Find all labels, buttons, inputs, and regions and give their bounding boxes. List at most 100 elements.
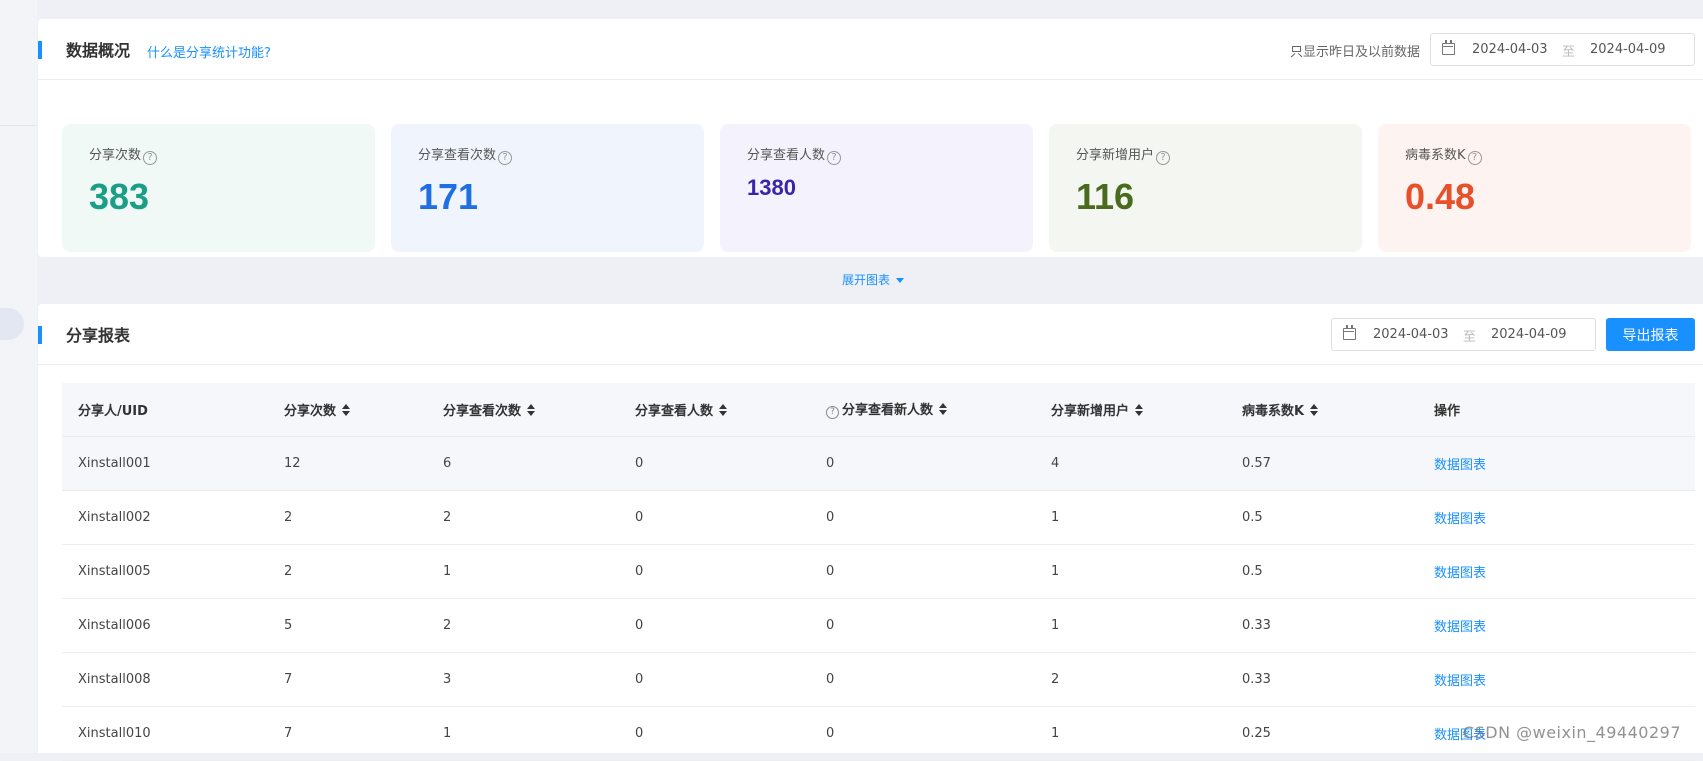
table-cell: 0.33 bbox=[1242, 671, 1271, 687]
stat-label: 分享查看次数 bbox=[418, 148, 497, 163]
help-icon[interactable]: ? bbox=[1467, 151, 1482, 165]
sort-icon[interactable] bbox=[719, 403, 728, 416]
help-icon[interactable]: ? bbox=[143, 151, 158, 165]
watermark: CSDN @weixin_49440297 bbox=[1462, 723, 1681, 742]
share-stats-help-link[interactable]: 什么是分享统计功能? bbox=[147, 42, 271, 61]
stat-value: 1380 bbox=[747, 175, 796, 200]
sort-icon[interactable] bbox=[342, 403, 351, 416]
left-sidebar bbox=[0, 0, 37, 753]
stat-card-viral-k: 病毒系数K? 0.48 bbox=[1378, 124, 1691, 252]
stat-value: 0.48 bbox=[1405, 176, 1476, 217]
table-cell: 7 bbox=[284, 671, 293, 687]
table-cell: Xinstall008 bbox=[78, 671, 151, 687]
sort-icon[interactable] bbox=[939, 403, 948, 416]
table-cell: Xinstall001 bbox=[78, 455, 151, 471]
help-icon[interactable]: ? bbox=[498, 151, 513, 165]
sort-icon[interactable] bbox=[1135, 403, 1144, 416]
date-start[interactable]: 2024-04-03 bbox=[1472, 42, 1548, 57]
column-header[interactable]: 分享查看次数 bbox=[427, 383, 619, 436]
table-cell: 0.5 bbox=[1242, 563, 1263, 579]
report-table: 分享人/UID 分享次数 分享查看次数 分享查看人数 ? 分享查看新人数 分享新增… bbox=[62, 383, 1695, 761]
title-accent-bar bbox=[38, 326, 42, 344]
column-header[interactable]: 病毒系数K bbox=[1226, 383, 1418, 436]
table-cell: 0 bbox=[635, 725, 644, 741]
table-cell: 0 bbox=[635, 671, 644, 687]
column-header[interactable]: 分享查看人数 bbox=[619, 383, 810, 436]
date-range-separator: 至 bbox=[1562, 45, 1576, 60]
overview-title: 数据概况 bbox=[66, 41, 131, 60]
title-accent-bar bbox=[38, 41, 42, 59]
report-date-range-picker[interactable]: 2024-04-03 至 2024-04-09 bbox=[1331, 318, 1596, 351]
calendar-icon bbox=[1442, 40, 1455, 55]
table-cell: 0 bbox=[826, 563, 835, 579]
table-cell: 0 bbox=[635, 617, 644, 633]
table-cell: 4 bbox=[1051, 455, 1060, 471]
stat-label: 分享查看人数 bbox=[747, 148, 826, 163]
sort-icon[interactable] bbox=[527, 403, 536, 416]
help-icon[interactable]: ? bbox=[1156, 151, 1171, 165]
date-end[interactable]: 2024-04-09 bbox=[1590, 42, 1666, 57]
table-cell: 2 bbox=[443, 617, 452, 633]
table-cell: 1 bbox=[1051, 509, 1060, 525]
stat-label: 分享新增用户 bbox=[1076, 148, 1155, 163]
table-cell: 0 bbox=[635, 455, 644, 471]
table-row: Xinstall002 2 2 0 0 1 0.5 数据图表 bbox=[62, 490, 1695, 544]
expand-chart-toggle[interactable]: 展开图表 bbox=[842, 271, 905, 288]
table-cell: 1 bbox=[1051, 617, 1060, 633]
column-header[interactable]: ? 分享查看新人数 bbox=[810, 383, 1035, 436]
data-chart-link[interactable]: 数据图表 bbox=[1418, 490, 1695, 544]
expand-chart-label[interactable]: 展开图表 bbox=[842, 273, 890, 287]
column-header[interactable]: 分享次数 bbox=[268, 383, 427, 436]
help-icon[interactable]: ? bbox=[826, 406, 839, 420]
table-cell: 1 bbox=[1051, 563, 1060, 579]
table-cell: 2 bbox=[1051, 671, 1060, 687]
table-row: Xinstall010 7 1 0 0 1 0.25 数据图表 bbox=[62, 706, 1695, 760]
table-cell: 12 bbox=[284, 455, 301, 471]
table-row: Xinstall006 5 2 0 0 1 0.33 数据图表 bbox=[62, 598, 1695, 652]
table-cell: 0.5 bbox=[1242, 509, 1263, 525]
table-cell: 2 bbox=[284, 563, 293, 579]
column-header: 操作 bbox=[1434, 403, 1461, 419]
column-header[interactable]: 分享新增用户 bbox=[1035, 383, 1226, 436]
data-chart-link[interactable]: 数据图表 bbox=[1418, 436, 1695, 490]
data-range-note: 只显示昨日及以前数据 bbox=[1289, 45, 1420, 60]
table-cell: 1 bbox=[1051, 725, 1060, 741]
stat-card-viewer-count: 分享查看人数? 1380 bbox=[720, 124, 1033, 252]
table-cell: Xinstall010 bbox=[78, 725, 151, 741]
caret-down-icon bbox=[896, 278, 905, 283]
stat-value: 171 bbox=[418, 176, 479, 217]
date-range-separator: 至 bbox=[1463, 330, 1477, 345]
table-cell: Xinstall002 bbox=[78, 509, 151, 525]
overview-card: 数据概况 什么是分享统计功能? 只显示昨日及以前数据 2024-04-03 至 … bbox=[38, 19, 1703, 257]
data-chart-link[interactable]: 数据图表 bbox=[1418, 544, 1695, 598]
table-cell: 1 bbox=[443, 563, 452, 579]
table-cell: 5 bbox=[284, 617, 293, 633]
report-title: 分享报表 bbox=[66, 326, 131, 345]
help-icon[interactable]: ? bbox=[827, 151, 842, 165]
table-row: Xinstall005 2 1 0 0 1 0.5 数据图表 bbox=[62, 544, 1695, 598]
sidebar-active-pill[interactable] bbox=[0, 308, 24, 340]
stat-card-new-users: 分享新增用户? 116 bbox=[1049, 124, 1362, 252]
export-report-button[interactable]: 导出报表 bbox=[1606, 318, 1695, 351]
sort-icon[interactable] bbox=[1310, 403, 1319, 416]
table-cell: 0 bbox=[635, 509, 644, 525]
data-chart-link[interactable]: 数据图表 bbox=[1418, 652, 1695, 706]
stat-label: 分享次数 bbox=[89, 148, 142, 163]
table-cell: 0 bbox=[826, 617, 835, 633]
data-chart-link[interactable]: 数据图表 bbox=[1418, 598, 1695, 652]
table-cell: 0 bbox=[635, 563, 644, 579]
sidebar-divider bbox=[0, 125, 37, 126]
table-cell: Xinstall006 bbox=[78, 617, 151, 633]
column-header: 分享人/UID bbox=[78, 403, 148, 419]
stat-value: 116 bbox=[1076, 176, 1135, 217]
date-start[interactable]: 2024-04-03 bbox=[1373, 327, 1449, 342]
stat-card-view-count: 分享查看次数? 171 bbox=[391, 124, 704, 252]
table-cell: 2 bbox=[443, 509, 452, 525]
calendar-icon bbox=[1343, 325, 1356, 340]
date-end[interactable]: 2024-04-09 bbox=[1491, 327, 1567, 342]
overview-header: 数据概况 什么是分享统计功能? 只显示昨日及以前数据 2024-04-03 至 … bbox=[38, 19, 1703, 80]
table-row: Xinstall008 7 3 0 0 2 0.33 数据图表 bbox=[62, 652, 1695, 706]
overview-date-range-picker[interactable]: 2024-04-03 至 2024-04-09 bbox=[1430, 33, 1695, 66]
stat-label: 病毒系数K bbox=[1405, 148, 1466, 163]
table-header-row: 分享人/UID 分享次数 分享查看次数 分享查看人数 ? 分享查看新人数 分享新增… bbox=[62, 383, 1695, 436]
